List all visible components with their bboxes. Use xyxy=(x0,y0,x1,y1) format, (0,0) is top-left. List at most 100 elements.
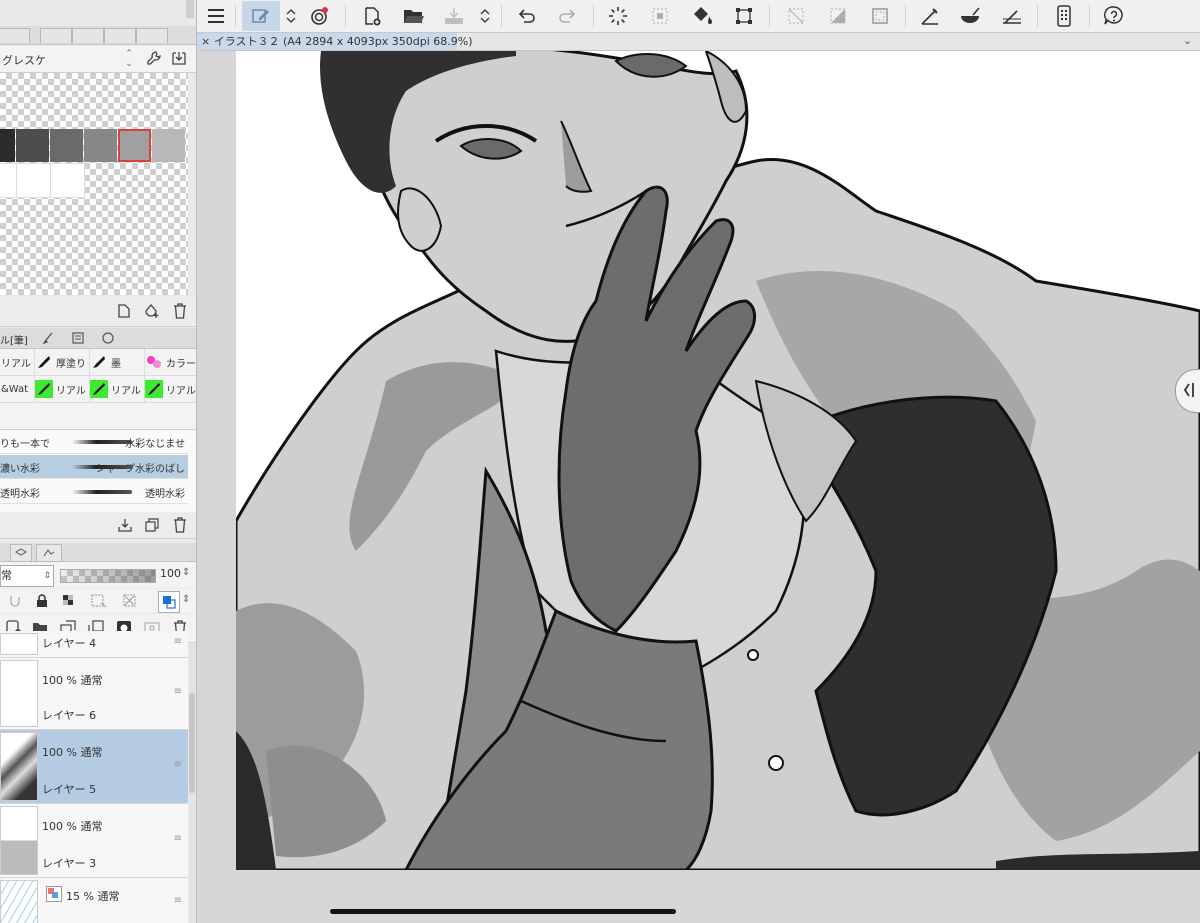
layer-color-icon[interactable] xyxy=(158,591,180,613)
blend-mode-select[interactable]: 常 ⇕ xyxy=(0,565,54,587)
opacity-slider[interactable] xyxy=(60,569,156,583)
invert-selection-icon[interactable] xyxy=(823,1,853,31)
ink-brush-icon xyxy=(90,353,108,371)
menu-icon[interactable] xyxy=(201,1,231,31)
opacity-value[interactable]: 100 xyxy=(160,567,181,580)
brush-item[interactable]: 透明水彩 透明水彩 xyxy=(0,480,188,504)
layer-tab-icon[interactable] xyxy=(10,544,32,562)
palette-name[interactable]: グレスケ xyxy=(2,52,46,68)
layer-scrollbar[interactable] xyxy=(189,643,195,923)
help-icon[interactable] xyxy=(1099,1,1129,31)
layer-row[interactable]: 100 % 通常 レイヤー 6 ≡ xyxy=(0,658,188,730)
sub-tool-item[interactable]: リアル xyxy=(0,349,35,376)
stepper-icon[interactable] xyxy=(475,1,495,31)
new-canvas-icon[interactable] xyxy=(357,1,387,31)
fill-icon[interactable] xyxy=(687,1,717,31)
sub-tool-item[interactable]: カラー xyxy=(145,349,196,376)
palette-tab[interactable] xyxy=(136,28,168,43)
wrench-icon[interactable] xyxy=(145,49,163,67)
drag-handle-icon[interactable]: ≡ xyxy=(174,895,182,906)
palette-tab[interactable] xyxy=(0,28,30,43)
import-icon[interactable] xyxy=(170,49,188,67)
selection-icon[interactable] xyxy=(645,1,675,31)
horizon-icon[interactable] xyxy=(997,1,1027,31)
layer-property-tab-icon[interactable] xyxy=(36,544,62,562)
sub-tool-item[interactable]: リアル xyxy=(145,376,196,403)
layer-row[interactable]: 100 % 通常 レイヤー 5 ≡ xyxy=(0,730,188,804)
opacity-slider-fill xyxy=(61,570,155,582)
clip-icon[interactable] xyxy=(6,592,24,610)
layer-row[interactable]: 100 % 通常 レイヤー 3 ≡ xyxy=(0,804,188,878)
sub-tool-label: リアル xyxy=(111,385,141,397)
undo-icon[interactable] xyxy=(511,1,541,31)
transparency-lock-icon[interactable] xyxy=(60,592,78,610)
opacity-stepper[interactable]: ⇕ xyxy=(182,567,190,578)
palette-tab[interactable] xyxy=(40,28,72,43)
draft-icon[interactable] xyxy=(120,592,142,610)
drag-handle-icon[interactable]: ≡ xyxy=(174,833,182,844)
brush-tab-icon[interactable] xyxy=(40,330,56,346)
sub-tool-item[interactable]: 厚塗り xyxy=(35,349,90,376)
drag-handle-icon[interactable]: ≡ xyxy=(174,686,182,697)
drawing-canvas[interactable] xyxy=(236,51,1200,870)
edit-layer-icon[interactable] xyxy=(242,1,280,31)
duplicate-brush-icon[interactable] xyxy=(143,516,161,534)
lock-icon[interactable] xyxy=(33,592,51,610)
toolbar-separator xyxy=(1037,5,1038,27)
color-swatch[interactable] xyxy=(0,163,17,198)
layer-row[interactable]: 15 % 通常 ≡ xyxy=(0,878,188,923)
sub-tool-item[interactable]: &Wat xyxy=(0,376,35,403)
drag-handle-icon[interactable]: ≡ xyxy=(174,636,182,647)
document-tab[interactable]: × イラスト３２ (A4 2894 x 4093px 350dpi 68.9%) xyxy=(197,33,473,50)
color-swatch[interactable] xyxy=(50,163,85,198)
stepper-icon[interactable] xyxy=(281,1,301,31)
layer-info: 100 % 通常 xyxy=(42,820,103,833)
color-swatch[interactable] xyxy=(16,129,49,162)
trash-icon[interactable] xyxy=(171,302,189,320)
redo-icon[interactable] xyxy=(553,1,583,31)
import-brush-icon[interactable] xyxy=(116,516,134,534)
open-folder-icon[interactable] xyxy=(399,1,429,31)
ruler-icon[interactable] xyxy=(915,1,945,31)
color-swatch[interactable] xyxy=(152,129,185,162)
chevron-down-icon[interactable]: ⌄ xyxy=(1183,34,1192,47)
autosave-icon[interactable] xyxy=(305,1,335,31)
color-swatch[interactable] xyxy=(0,129,15,162)
color-swatch[interactable] xyxy=(16,163,51,198)
transform-icon[interactable] xyxy=(729,1,759,31)
palette-tab[interactable] xyxy=(104,28,136,43)
save-icon[interactable] xyxy=(439,1,469,31)
pen-green-icon xyxy=(35,380,53,398)
color-swatch[interactable] xyxy=(50,129,83,162)
add-color-icon[interactable] xyxy=(143,302,161,320)
layer-row[interactable]: レイヤー 4 ≡ xyxy=(0,631,188,658)
sub-tool-item[interactable]: リアル xyxy=(35,376,90,403)
layer-info: 100 % 通常 xyxy=(42,746,103,759)
sub-tool-item[interactable]: 墨 xyxy=(90,349,145,376)
blend-mode-value: 常 xyxy=(1,569,12,582)
history-tab-icon[interactable] xyxy=(100,330,116,346)
trash-icon[interactable] xyxy=(171,516,189,534)
brush-item[interactable]: 濃い水彩 シャープ水彩のばし xyxy=(0,455,188,479)
sub-tool-label: &Wat xyxy=(1,383,29,395)
sub-tool-item[interactable]: リアル xyxy=(90,376,145,403)
border-selection-icon[interactable] xyxy=(865,1,895,31)
layer-scrollbar-thumb[interactable] xyxy=(189,693,195,793)
palette-stepper[interactable]: ⌃ ⌄ xyxy=(123,49,135,69)
reference-icon[interactable] xyxy=(88,592,110,610)
palette-tab[interactable] xyxy=(72,28,104,43)
fill-tool-icon[interactable] xyxy=(955,1,985,31)
layer-color-stepper[interactable]: ⇕ xyxy=(182,594,190,605)
new-color-icon[interactable] xyxy=(115,302,133,320)
property-tab-icon[interactable] xyxy=(70,330,86,346)
companion-icon[interactable] xyxy=(1049,1,1079,31)
color-swatch[interactable] xyxy=(84,129,117,162)
brush-item[interactable]: りも一本で 水彩なじませ xyxy=(0,430,188,454)
color-swatches[interactable] xyxy=(0,73,188,295)
loading-icon[interactable] xyxy=(603,1,633,31)
sub-tool-label: 墨 xyxy=(111,358,121,370)
drag-handle-icon[interactable]: ≡ xyxy=(174,759,182,770)
clear-selection-icon[interactable] xyxy=(781,1,811,31)
color-swatch[interactable] xyxy=(118,129,151,162)
tool-tab-label[interactable]: ル[筆] xyxy=(0,332,28,347)
